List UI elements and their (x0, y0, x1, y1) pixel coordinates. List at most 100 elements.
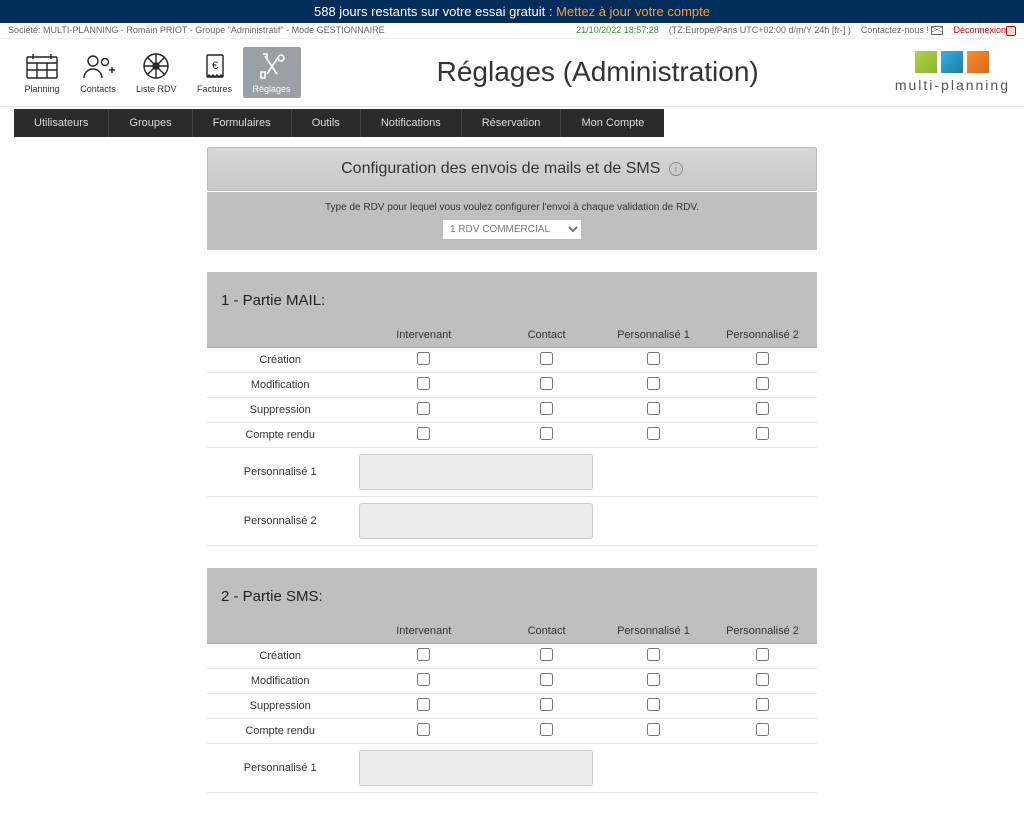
top-info-bar: Société: MULTI-PLANNING - Romain PRIOT -… (0, 23, 1024, 39)
rdv-type-box: Type de RDV pour lequel vous voulez conf… (207, 192, 817, 250)
rdv-type-label: Type de RDV pour lequel vous voulez conf… (217, 202, 807, 213)
contacts-icon (80, 51, 116, 81)
rdv-type-select[interactable]: 1 RDV COMMERCIAL (442, 219, 582, 240)
subnav-utilisateurs[interactable]: Utilisateurs (14, 109, 109, 137)
settings-subnav: Utilisateurs Groupes Formulaires Outils … (14, 109, 1010, 137)
mail-creation-perso1[interactable] (647, 352, 660, 365)
nav-planning-label: Planning (24, 84, 59, 94)
row-label: Création (207, 643, 353, 668)
col-perso1: Personnalisé 1 (599, 323, 708, 348)
sms-modification-contact[interactable] (540, 673, 553, 686)
trial-upgrade-link[interactable]: Mettez à jour votre compte (556, 4, 710, 19)
mail-modification-perso2[interactable] (756, 377, 769, 390)
nav-reglages-label: Réglages (253, 84, 291, 94)
sms-suppression-intervenant[interactable] (417, 698, 430, 711)
row-label: Personnalisé 1 (207, 447, 353, 496)
col-perso1: Personnalisé 1 (599, 619, 708, 644)
trial-days-text: 588 jours restants sur votre essai gratu… (314, 4, 552, 19)
col-intervenant: Intervenant (353, 619, 494, 644)
sms-compterendu-contact[interactable] (540, 723, 553, 736)
brand-logo: multi-planning (895, 51, 1010, 93)
timezone: (TZ:Europe/Paris UTC+02:00 d/m/Y 24h [fr… (669, 25, 851, 35)
sms-creation-contact[interactable] (540, 648, 553, 661)
mail-creation-perso2[interactable] (756, 352, 769, 365)
nav-listerdv[interactable]: Liste RDV (126, 47, 187, 98)
envelope-icon (931, 26, 943, 35)
datetime: 21/10/2022 18:57:28 (576, 25, 659, 35)
sms-creation-intervenant[interactable] (417, 648, 430, 661)
wheel-icon (138, 51, 174, 81)
sms-suppression-contact[interactable] (540, 698, 553, 711)
mail-creation-intervenant[interactable] (417, 352, 430, 365)
section-sms-header: 2 - Partie SMS: (207, 568, 817, 619)
mail-modification-intervenant[interactable] (417, 377, 430, 390)
section-mail-header: 1 - Partie MAIL: (207, 272, 817, 323)
mail-compterendu-perso2[interactable] (756, 427, 769, 440)
row-label: Création (207, 347, 353, 372)
mail-compterendu-contact[interactable] (540, 427, 553, 440)
tools-icon (254, 51, 290, 81)
brand-squares-icon (915, 51, 989, 73)
nav-planning[interactable]: Planning (14, 47, 70, 98)
col-perso2: Personnalisé 2 (708, 323, 817, 348)
row-label: Compte rendu (207, 422, 353, 447)
calendar-icon (24, 51, 60, 81)
mail-suppression-perso1[interactable] (647, 402, 660, 415)
svg-text:€: € (211, 60, 217, 72)
mail-suppression-intervenant[interactable] (417, 402, 430, 415)
subnav-groupes[interactable]: Groupes (109, 109, 192, 137)
mail-suppression-contact[interactable] (540, 402, 553, 415)
col-perso2: Personnalisé 2 (708, 619, 817, 644)
trial-bar: 588 jours restants sur votre essai gratu… (0, 0, 1024, 23)
subnav-formulaires[interactable]: Formulaires (193, 109, 292, 137)
sms-compterendu-perso2[interactable] (756, 723, 769, 736)
header: Planning Contacts Liste RDV € Factures R… (0, 39, 1024, 107)
mail-suppression-perso2[interactable] (756, 402, 769, 415)
nav-factures[interactable]: € Factures (187, 47, 243, 98)
brand-text: multi-planning (895, 77, 1010, 93)
subnav-outils[interactable]: Outils (292, 109, 361, 137)
logout-link[interactable]: Déconnexion (953, 25, 1016, 36)
nav-reglages[interactable]: Réglages (243, 47, 301, 98)
sms-creation-perso1[interactable] (647, 648, 660, 661)
mail-perso2-input[interactable] (359, 503, 593, 539)
mail-modification-perso1[interactable] (647, 377, 660, 390)
sms-creation-perso2[interactable] (756, 648, 769, 661)
col-intervenant: Intervenant (353, 323, 494, 348)
row-label: Modification (207, 668, 353, 693)
row-label: Personnalisé 2 (207, 496, 353, 545)
nav-contacts[interactable]: Contacts (70, 47, 126, 98)
invoice-icon: € (197, 51, 233, 81)
page-title: Réglages (Administration) (301, 56, 895, 88)
subnav-reservation[interactable]: Réservation (462, 109, 562, 137)
sms-modification-intervenant[interactable] (417, 673, 430, 686)
mail-compterendu-perso1[interactable] (647, 427, 660, 440)
logout-icon (1006, 26, 1016, 36)
row-label: Personnalisé 1 (207, 743, 353, 792)
sms-modification-perso2[interactable] (756, 673, 769, 686)
nav-listerdv-label: Liste RDV (136, 84, 177, 94)
sms-suppression-perso1[interactable] (647, 698, 660, 711)
row-label: Modification (207, 372, 353, 397)
sms-modification-perso1[interactable] (647, 673, 660, 686)
col-contact: Contact (494, 619, 599, 644)
sms-perso1-input[interactable] (359, 750, 593, 786)
mail-modification-contact[interactable] (540, 377, 553, 390)
config-header-text: Configuration des envois de mails et de … (341, 160, 660, 177)
config-header: Configuration des envois de mails et de … (207, 147, 817, 191)
content: Configuration des envois de mails et de … (207, 147, 817, 823)
sms-compterendu-perso1[interactable] (647, 723, 660, 736)
subnav-notifications[interactable]: Notifications (361, 109, 462, 137)
row-label: Suppression (207, 397, 353, 422)
sms-compterendu-intervenant[interactable] (417, 723, 430, 736)
col-contact: Contact (494, 323, 599, 348)
sms-table: Intervenant Contact Personnalisé 1 Perso… (207, 619, 817, 793)
nav-factures-label: Factures (197, 84, 232, 94)
info-icon[interactable]: i (669, 162, 683, 176)
subnav-moncompte[interactable]: Mon Compte (561, 109, 664, 137)
mail-creation-contact[interactable] (540, 352, 553, 365)
contact-us-link[interactable]: Contactez-nous ! (861, 25, 944, 35)
mail-perso1-input[interactable] (359, 454, 593, 490)
mail-compterendu-intervenant[interactable] (417, 427, 430, 440)
sms-suppression-perso2[interactable] (756, 698, 769, 711)
